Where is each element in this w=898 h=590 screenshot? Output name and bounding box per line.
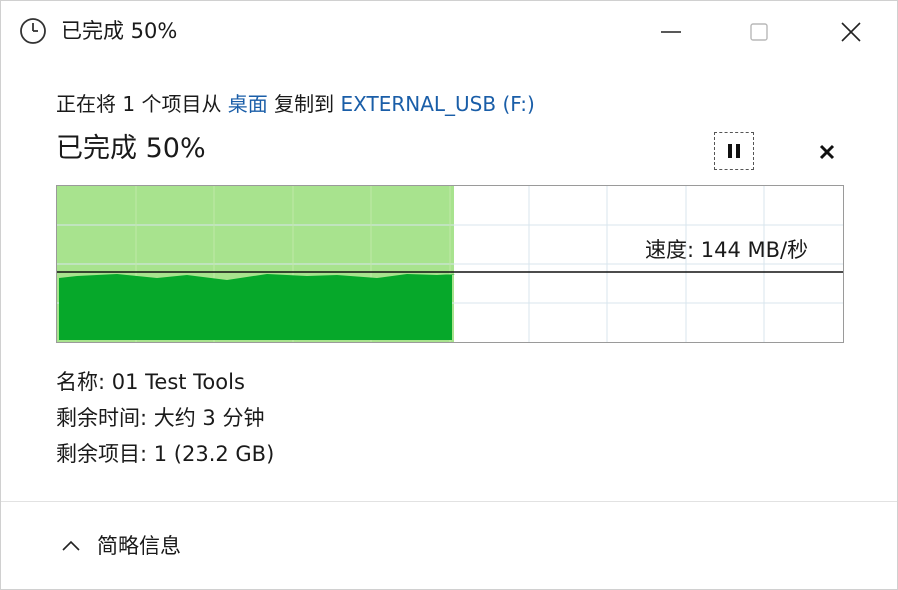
window-title: 已完成 50% (61, 19, 178, 43)
minimize-icon (661, 31, 681, 33)
copy-middle: 复制到 (267, 92, 341, 116)
maximize-icon (750, 23, 768, 41)
title-bar[interactable]: 已完成 50% (1, 1, 897, 63)
close-window-button[interactable] (807, 1, 895, 63)
less-details-label: 简略信息 (97, 534, 181, 558)
speed-label: 速度: 144 MB/秒 (645, 238, 809, 262)
pause-icon (728, 144, 740, 158)
cancel-icon (819, 144, 835, 160)
clock-icon (19, 17, 47, 45)
less-details-toggle[interactable]: 简略信息 (61, 529, 181, 561)
source-link[interactable]: 桌面 (228, 92, 268, 116)
copy-prefix: 正在将 1 个项目从 (56, 92, 228, 116)
copy-progress-window: 已完成 50% 正在将 1 个项目从 桌面 复制到 EXTERNAL_USB (… (0, 0, 898, 590)
close-icon (841, 22, 861, 42)
copy-description: 正在将 1 个项目从 桌面 复制到 EXTERNAL_USB (F:) (56, 90, 535, 118)
footer-divider (1, 501, 897, 502)
maximize-button[interactable] (715, 1, 803, 63)
progress-text: 已完成 50% (56, 133, 206, 164)
chevron-up-icon (62, 540, 80, 551)
file-name: 名称: 01 Test Tools (56, 370, 245, 394)
items-remaining: 剩余项目: 1 (23.2 GB) (56, 442, 275, 466)
pause-button[interactable] (714, 132, 754, 170)
destination-link[interactable]: EXTERNAL_USB (F:) (341, 92, 535, 116)
speed-graph-svg (57, 186, 843, 342)
cancel-copy-button[interactable] (809, 135, 845, 169)
speed-area (59, 274, 455, 340)
time-remaining: 剩余时间: 大约 3 分钟 (56, 406, 265, 430)
minimize-button[interactable] (627, 1, 715, 63)
transfer-speed-graph: 速度: 144 MB/秒 (56, 185, 844, 343)
